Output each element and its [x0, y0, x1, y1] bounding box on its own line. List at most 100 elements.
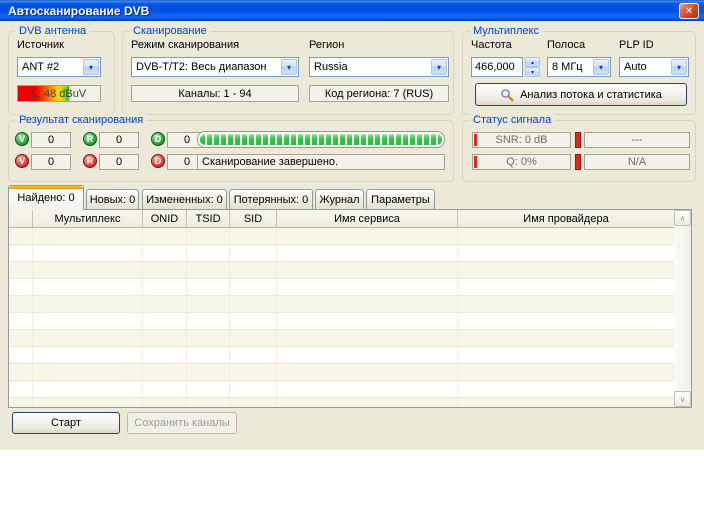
scan-mode-label: Режим сканирования: [131, 39, 239, 51]
tab-found-label: Найдено: 0: [17, 192, 74, 204]
column-header-icon[interactable]: [9, 210, 33, 228]
frequency-label: Частота: [471, 39, 512, 51]
column-header-service-name[interactable]: Имя сервиса: [277, 210, 458, 228]
chevron-down-icon: ▾: [671, 59, 687, 75]
scan-progress-bar: [197, 131, 445, 148]
scroll-down-button[interactable]: ∨: [674, 391, 691, 407]
signal-status-group-title: Статус сигнала: [469, 114, 555, 126]
magnifier-icon: [500, 88, 514, 102]
tab-new[interactable]: Новых: 0: [86, 189, 139, 209]
scan-mode-combobox[interactable]: DVB-T/T2: Весь диапазон ▾: [131, 57, 299, 77]
tab-log[interactable]: Журнал: [315, 189, 364, 209]
scroll-up-button[interactable]: ∧: [674, 210, 691, 226]
table-row: [9, 398, 674, 407]
signal-level-meter: L: 48 dBuV: [17, 85, 101, 102]
quality-indicator-icon: [575, 154, 581, 170]
quality-level-bar-icon: [474, 156, 477, 168]
video-fail-icon: V: [15, 154, 29, 168]
quality-field: Q: 0%: [472, 154, 571, 170]
scroll-down-icon: ∨: [680, 395, 686, 404]
column-header-sid[interactable]: SID: [230, 210, 277, 228]
chevron-down-icon: ▾: [593, 59, 609, 75]
region-label: Регион: [309, 39, 344, 51]
video-ok-count: 0: [31, 132, 71, 148]
snr-value-field: ---: [584, 132, 690, 148]
antenna-group-title: DVB антенна: [15, 25, 90, 37]
video-fail-count: 0: [31, 154, 71, 170]
table-row: [9, 330, 674, 347]
table-row: [9, 313, 674, 330]
scan-status-field: Сканирование завершено.: [197, 154, 445, 170]
snr-indicator-icon: [575, 132, 581, 148]
channels-info-field: Каналы: 1 - 94: [131, 85, 299, 102]
column-header-onid[interactable]: ONID: [143, 210, 187, 228]
table-row: [9, 364, 674, 381]
tab-changed-label: Измененных: 0: [146, 194, 223, 206]
multiplex-group-title: Мультиплекс: [469, 25, 543, 37]
bandwidth-label: Полоса: [547, 39, 585, 51]
radio-fail-count: 0: [99, 154, 139, 170]
dialog-window: Автосканирование DVB ✕ DVB антенна Источ…: [0, 0, 704, 450]
quality-value-field: N/A: [584, 154, 690, 170]
tab-changed[interactable]: Измененных: 0: [142, 189, 227, 209]
radio-fail-icon: R: [83, 154, 97, 168]
table-row: [9, 381, 674, 398]
column-header-multiplex[interactable]: Мультиплекс: [33, 210, 143, 228]
tab-new-label: Новых: 0: [90, 194, 136, 206]
scan-result-group: Результат сканирования V 0 R 0 D 0 V 0 R…: [8, 120, 454, 182]
signal-level-text: L: 48 dBuV: [18, 86, 100, 101]
bandwidth-combobox-value: 8 МГц: [552, 61, 583, 73]
channel-table: Мультиплекс ONID TSID SID Имя сервиса Им…: [8, 209, 692, 408]
arrow-up-icon: ▴: [531, 59, 534, 66]
window-title: Автосканирование DVB: [8, 4, 149, 18]
arrow-down-icon: ▾: [531, 69, 534, 76]
signal-status-group: Статус сигнала SNR: 0 dB --- Q: 0% N/A: [462, 120, 696, 182]
frequency-spinner: ▴ ▾: [525, 57, 540, 77]
scan-group-title: Сканирование: [129, 25, 211, 37]
table-row: [9, 347, 674, 364]
source-combobox-value: ANT #2: [22, 61, 59, 73]
start-button[interactable]: Старт: [12, 412, 120, 434]
tab-parameters[interactable]: Параметры: [366, 189, 435, 209]
close-icon: ✕: [685, 6, 693, 17]
spin-down-button[interactable]: ▾: [525, 67, 540, 77]
tab-found[interactable]: Найдено: 0: [8, 185, 84, 210]
column-header-tsid[interactable]: TSID: [187, 210, 230, 228]
vertical-scrollbar[interactable]: ∧ ∨: [674, 210, 691, 407]
region-code-field: Код региона: 7 (RUS): [309, 85, 449, 102]
snr-level-bar-icon: [474, 134, 477, 146]
snr-field: SNR: 0 dB: [472, 132, 571, 148]
data-fail-icon: D: [151, 154, 165, 168]
bandwidth-combobox[interactable]: 8 МГц ▾: [547, 57, 611, 77]
scroll-up-icon: ∧: [680, 214, 686, 223]
quality-label: Q: 0%: [506, 156, 537, 168]
close-button[interactable]: ✕: [679, 3, 699, 19]
plp-id-combobox-value: Auto: [624, 61, 647, 73]
video-ok-icon: V: [15, 132, 29, 146]
analyze-stream-button-label: Анализ потока и статистика: [520, 89, 662, 101]
scan-progress-fill: [200, 134, 442, 145]
column-header-provider-name[interactable]: Имя провайдера: [458, 210, 674, 228]
table-header: Мультиплекс ONID TSID SID Имя сервиса Им…: [9, 210, 674, 228]
save-channels-button[interactable]: Сохранить каналы: [127, 412, 237, 434]
analyze-stream-button[interactable]: Анализ потока и статистика: [475, 83, 687, 106]
spin-up-button[interactable]: ▴: [525, 57, 540, 67]
chevron-down-icon: ▾: [281, 59, 297, 75]
tab-lost[interactable]: Потерянных: 0: [229, 189, 313, 209]
region-combobox[interactable]: Russia ▾: [309, 57, 449, 77]
scan-mode-combobox-value: DVB-T/T2: Весь диапазон: [136, 61, 267, 73]
plp-id-combobox[interactable]: Auto ▾: [619, 57, 689, 77]
source-combobox[interactable]: ANT #2 ▾: [17, 57, 101, 77]
chevron-down-icon: ▾: [431, 59, 447, 75]
region-combobox-value: Russia: [314, 61, 348, 73]
radio-ok-count: 0: [99, 132, 139, 148]
frequency-input[interactable]: [471, 57, 523, 77]
table-row: [9, 296, 674, 313]
table-row: [9, 262, 674, 279]
snr-label: SNR: 0 dB: [496, 134, 548, 146]
table-body: [9, 228, 674, 407]
data-ok-icon: D: [151, 132, 165, 146]
scan-group: Сканирование Режим сканирования DVB-T/T2…: [122, 31, 454, 115]
title-bar[interactable]: Автосканирование DVB ✕: [0, 0, 704, 21]
scan-result-group-title: Результат сканирования: [15, 114, 147, 126]
